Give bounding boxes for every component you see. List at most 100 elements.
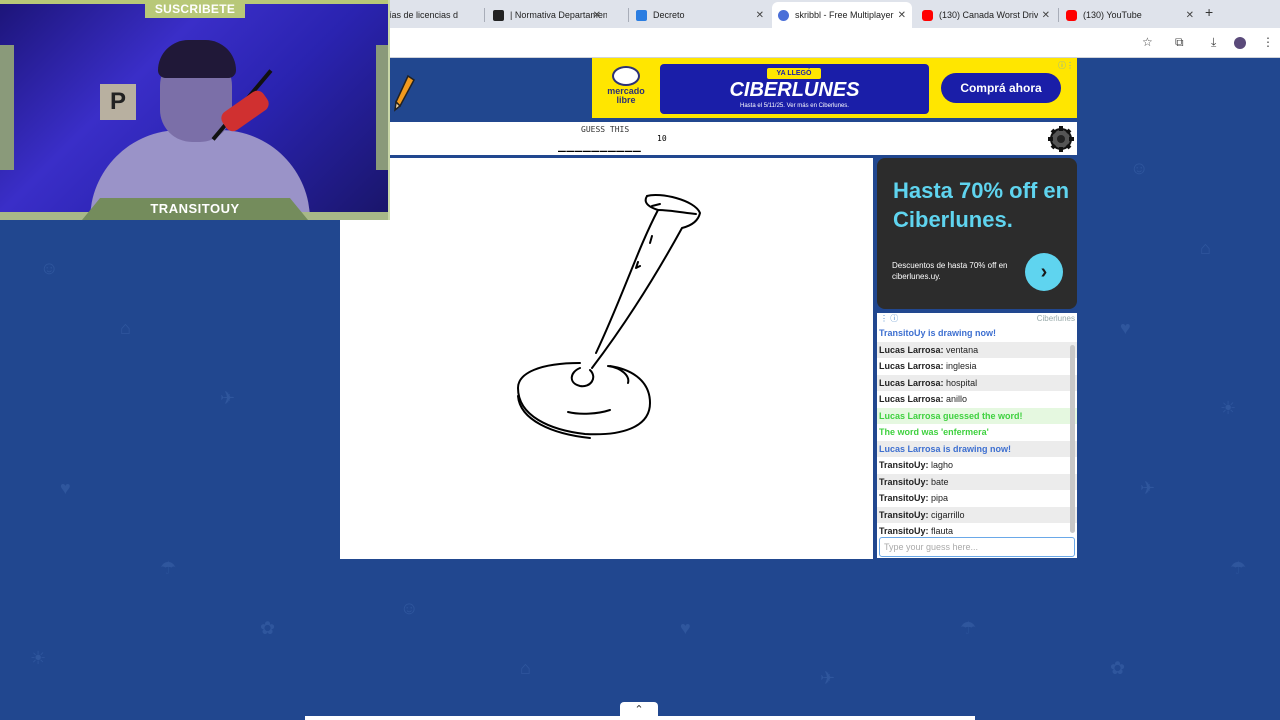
chevron-right-icon[interactable]: › (1025, 253, 1063, 291)
frame-right (376, 45, 388, 170)
guess-this-label: GUESS THIS (581, 125, 630, 134)
doodle-icon: ✈ (1140, 478, 1156, 498)
doodle-icon: ⌂ (1200, 238, 1211, 258)
new-tab-icon[interactable]: + (1205, 4, 1213, 20)
chat-author: TransitoUy: (879, 526, 929, 536)
chat-author: TransitoUy: (879, 509, 929, 520)
chat-message: TransitoUy: lagho (877, 457, 1077, 474)
doodle-icon: ✈ (220, 388, 236, 408)
word-length: 10 (657, 134, 667, 143)
ad-panel: YA LLEGÓ CIBERLUNES Hasta el 5/11/25. Ve… (660, 64, 929, 114)
chat-author: Lucas Larrosa: (879, 344, 944, 355)
chat-message: Lucas Larrosa: anillo (877, 391, 1077, 408)
pencil-icon (394, 74, 415, 112)
doodle-icon: ⌂ (520, 658, 531, 678)
chat-text: hospital (946, 377, 978, 388)
doodle-icon: ✿ (260, 618, 276, 638)
menu-kebab-icon[interactable]: ⋮ (1262, 35, 1274, 49)
ad-headline: Hasta 70% off en Ciberlunes. (893, 178, 1070, 232)
doodle-icon: ♥ (60, 478, 71, 498)
browser-tab[interactable]: (130) YouTube ✕ (1060, 4, 1200, 26)
skribbl-favicon-icon (778, 9, 789, 21)
chat-message: Lucas Larrosa: hospital (877, 374, 1077, 391)
logo-text: libre (616, 95, 636, 105)
chat-author: Lucas Larrosa: (879, 377, 944, 388)
close-tab-icon[interactable]: ✕ (593, 10, 601, 21)
drawing-strokes (517, 194, 701, 439)
extensions-icon[interactable]: ⧉ (1175, 35, 1184, 50)
gear-icon[interactable] (1047, 125, 1075, 153)
tab-divider (484, 8, 485, 22)
ad-attribution: Ciberlunes (1036, 314, 1075, 323)
close-tab-icon[interactable]: ✕ (756, 10, 764, 21)
chat-message: TransitoUy: pipa (877, 490, 1077, 507)
chat-text: ventana (946, 344, 979, 355)
buy-now-button[interactable]: Comprá ahora (941, 73, 1061, 103)
chat-message: Lucas Larrosa: inglesia (877, 358, 1077, 375)
browser-tab-active[interactable]: skribbl - Free Multiplayer ✕ (772, 2, 912, 28)
doodle-icon: ☂ (1230, 558, 1247, 578)
streamer-hair (158, 40, 236, 78)
channel-name-banner: TRANSITOUY (82, 198, 308, 220)
download-icon[interactable]: ⤓ (1211, 35, 1216, 50)
doodle-icon: ♥ (1120, 318, 1131, 338)
tab-divider (1058, 8, 1059, 22)
browser-tab[interactable]: Decreto ✕ (630, 4, 770, 26)
close-tab-icon[interactable]: ✕ (1037, 9, 1050, 21)
chat-message: TransitoUy: flauta (877, 523, 1077, 536)
chat-message: TransitoUy: bate (877, 473, 1077, 490)
chat-log: TransitoUy is drawing now! Lucas Larrosa:… (877, 325, 1077, 536)
chat-system-message: Lucas Larrosa guessed the word! (877, 407, 1077, 424)
ad-info-icon[interactable]: ⓘ⋮ (1058, 60, 1074, 71)
chat-text: inglesia (946, 361, 977, 371)
doodle-icon: ✈ (820, 668, 836, 688)
tab-title: (130) YouTube (1083, 10, 1142, 20)
chat-author: Lucas Larrosa: (879, 394, 944, 404)
chat-text: lagho (931, 460, 954, 470)
youtube-favicon-icon (922, 9, 933, 21)
chat-system-message: The word was 'enfermera' (879, 427, 989, 437)
frame-left (0, 45, 14, 170)
chevron-up-icon[interactable]: ⌃ (620, 702, 658, 718)
word-hint: __________ (558, 138, 642, 153)
ad-title: CIBERLUNES (729, 79, 860, 101)
guess-input[interactable] (879, 537, 1075, 557)
drawing-canvas[interactable] (340, 158, 873, 559)
doodle-icon: ☺ (40, 258, 59, 278)
ad-attribution-row: ⋮ ⓘ Ciberlunes (877, 313, 1077, 325)
chat-message: TransitoUy: cigarrillo (877, 506, 1077, 523)
tab-title: (130) Canada Worst Drive (939, 10, 1044, 20)
doodle-icon: ☺ (400, 598, 419, 618)
ciberlunes-side-ad[interactable]: Hasta 70% off en Ciberlunes. Descuentos … (877, 158, 1077, 309)
profile-avatar[interactable] (1234, 37, 1246, 49)
doodle-icon: ☀ (30, 648, 47, 668)
webcam-overlay: P SUSCRIBETE TRANSITOUY (0, 0, 390, 220)
browser-tab[interactable]: rías de licencias d (380, 4, 480, 26)
close-tab-icon[interactable]: ✕ (893, 9, 906, 21)
bookmark-star-icon[interactable]: ☆ (1142, 35, 1153, 49)
chat-input-container (877, 536, 1077, 558)
doodle-icon: ✿ (1110, 658, 1126, 678)
chat-text: pipa (931, 493, 949, 503)
tab-favicon-icon (493, 9, 504, 21)
chat-system-message: TransitoUy is drawing now! (879, 328, 997, 338)
wall-sign: P (100, 84, 136, 120)
tab-favicon-icon (636, 9, 647, 21)
doodle-icon: ⌂ (120, 318, 131, 338)
mercadolibre-logo: mercado libre (600, 66, 652, 112)
browser-tab[interactable]: (130) Canada Worst Drive ✕ (916, 4, 1056, 26)
close-tab-icon[interactable]: ✕ (1186, 10, 1194, 21)
doodle-icon: ☂ (160, 558, 177, 578)
youtube-favicon-icon (1066, 9, 1077, 21)
chat-scrollbar[interactable] (1070, 345, 1075, 533)
chat-text: anillo (946, 394, 968, 404)
ad-description: Descuentos de hasta 70% off en ciberlune… (892, 261, 1008, 281)
ad-info-icon[interactable]: ⋮ ⓘ (880, 313, 898, 324)
tab-title: rías de licencias d (386, 10, 459, 20)
ad-subtitle: Hasta el 5/11/25. Ver más en Ciberlunes. (740, 103, 849, 109)
ciberlunes-banner-ad[interactable]: mercado libre YA LLEGÓ CIBERLUNES Hasta e… (592, 58, 1077, 118)
tab-title: skribbl - Free Multiplayer (795, 10, 894, 20)
browser-tab[interactable]: | Normativa Departament ✕ (487, 4, 607, 26)
chat-author: TransitoUy: (879, 493, 929, 503)
chat-author: TransitoUy: (879, 476, 929, 487)
